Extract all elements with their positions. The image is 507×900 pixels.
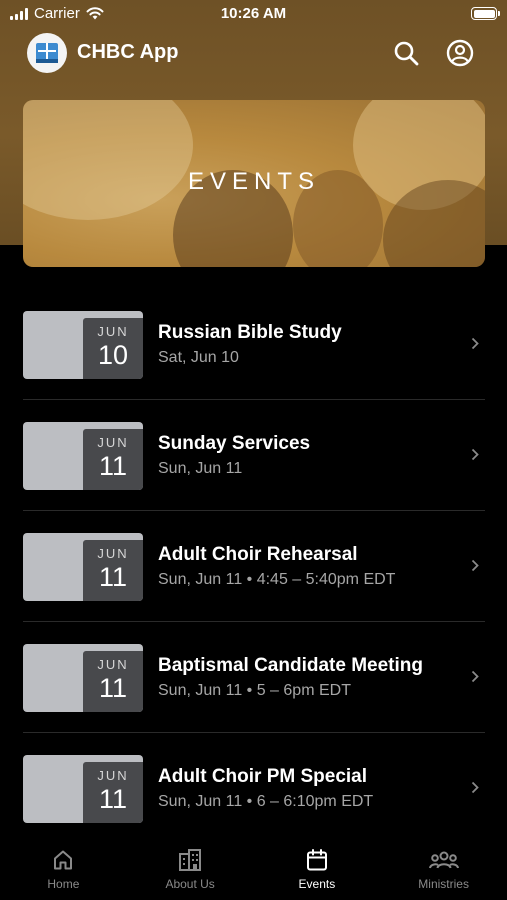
event-item[interactable]: JUN 11 Adult Choir Rehearsal Sun, Jun 11… (23, 511, 485, 622)
event-item[interactable]: JUN 11 Sunday Services Sun, Jun 11 (23, 400, 485, 511)
home-icon (54, 850, 73, 870)
tab-label: About Us (165, 877, 215, 891)
event-title: Baptismal Candidate Meeting (158, 655, 423, 676)
date-badge: JUN 11 (83, 540, 143, 601)
date-day: 11 (98, 673, 128, 703)
building-icon (179, 849, 202, 871)
event-date-time: Sat, Jun 10 (158, 349, 239, 366)
event-thumbnail: JUN 10 (23, 311, 143, 379)
event-title: Sunday Services (158, 433, 311, 454)
event-title: Adult Choir PM Special (158, 766, 368, 787)
date-month: JUN (97, 657, 129, 672)
people-group-icon (428, 851, 459, 869)
events-hero-banner: EVENTS (23, 100, 485, 267)
tab-events[interactable]: Events (254, 838, 381, 900)
status-bar: Carrier 10:26 AM (0, 0, 507, 30)
event-date-time: Sun, Jun 11 (158, 460, 243, 477)
date-day: 11 (98, 562, 128, 592)
date-badge: JUN 11 (83, 651, 143, 712)
hero-title: EVENTS (187, 168, 321, 195)
date-badge: JUN 10 (83, 318, 143, 379)
event-date-time: Sun, Jun 11 • 6 – 6:10pm EDT (158, 793, 374, 810)
event-item[interactable]: JUN 11 Adult Choir PM Special Sun, Jun 1… (23, 733, 485, 844)
date-day: 11 (98, 451, 128, 481)
app-bar: CHBC App (0, 30, 507, 76)
date-month: JUN (97, 768, 129, 783)
chevron-right-icon (471, 781, 479, 794)
chevron-right-icon (471, 559, 479, 572)
status-time: 10:26 AM (220, 5, 287, 22)
chevron-right-icon (471, 670, 479, 683)
calendar-icon (306, 849, 327, 871)
date-badge: JUN 11 (83, 762, 143, 823)
account-circle-icon[interactable] (445, 38, 475, 68)
event-date-time: Sun, Jun 11 • 4:45 – 5:40pm EDT (158, 571, 396, 588)
app-title: CHBC App (77, 41, 179, 63)
event-item[interactable]: JUN 10 Russian Bible Study Sat, Jun 10 (23, 289, 485, 400)
tab-label: Events (298, 877, 336, 891)
tab-about-us[interactable]: About Us (127, 838, 254, 900)
date-day: 10 (97, 340, 129, 370)
event-thumbnail: JUN 11 (23, 644, 143, 712)
chevron-right-icon (471, 448, 479, 461)
battery-icon (471, 7, 500, 20)
events-list: JUN 10 Russian Bible Study Sat, Jun 10 J… (23, 289, 485, 844)
date-badge: JUN 11 (83, 429, 143, 490)
event-thumbnail: JUN 11 (23, 755, 143, 823)
tab-label: Ministries (418, 877, 469, 891)
event-date-time: Sun, Jun 11 • 5 – 6pm EDT (158, 682, 351, 699)
tab-home[interactable]: Home (0, 838, 127, 900)
chevron-right-icon (471, 337, 479, 350)
bottom-tab-bar: Home About Us Events Ministries (0, 838, 507, 900)
date-day: 11 (98, 784, 128, 814)
search-icon[interactable] (391, 38, 421, 68)
event-title: Russian Bible Study (158, 322, 342, 343)
event-thumbnail: JUN 11 (23, 422, 143, 490)
tab-ministries[interactable]: Ministries (380, 838, 507, 900)
church-book-logo-icon[interactable] (27, 33, 67, 73)
tab-label: Home (47, 877, 80, 891)
event-item[interactable]: JUN 11 Baptismal Candidate Meeting Sun, … (23, 622, 485, 733)
event-title: Adult Choir Rehearsal (158, 544, 358, 565)
date-month: JUN (97, 546, 129, 561)
event-thumbnail: JUN 11 (23, 533, 143, 601)
date-month: JUN (97, 435, 129, 450)
date-month: JUN (97, 324, 129, 339)
